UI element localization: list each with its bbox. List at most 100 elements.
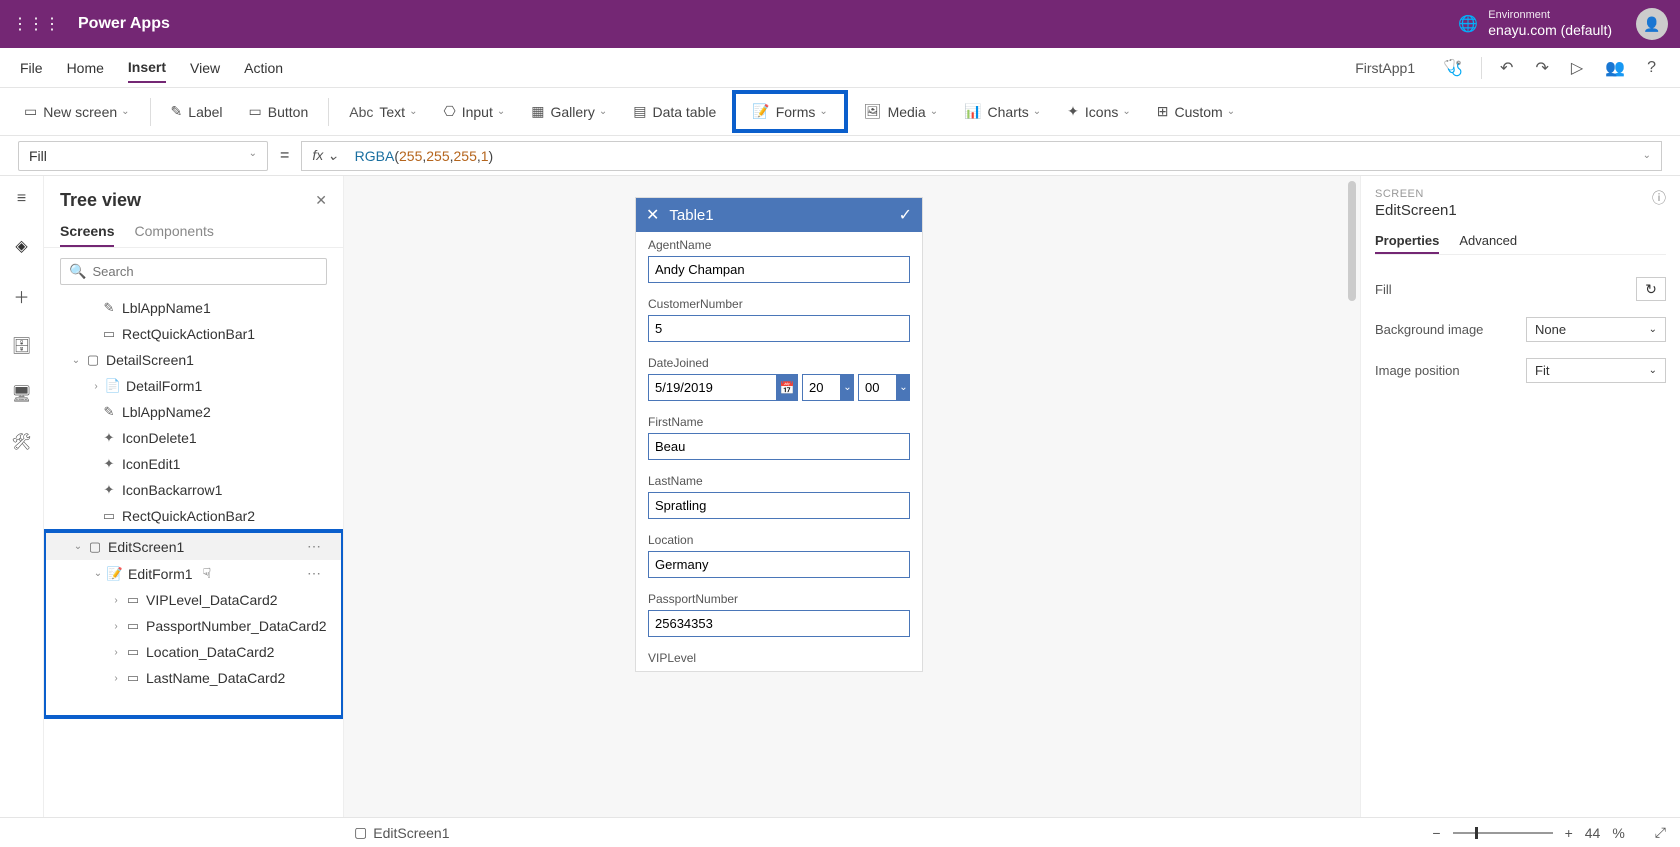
table-icon: ▤: [633, 103, 646, 120]
input-button[interactable]: ⎔ Input ⌄: [433, 97, 515, 126]
new-screen-button[interactable]: ▭ New screen ⌄: [14, 97, 140, 126]
more-icon[interactable]: ⋯: [307, 565, 331, 582]
close-icon[interactable]: ✕: [315, 192, 327, 209]
tree-node-icondelete1[interactable]: ✦IconDelete1: [44, 425, 343, 451]
avatar[interactable]: 👤: [1636, 8, 1668, 40]
environment-picker[interactable]: 🌐 Environment enayu.com (default): [1458, 9, 1612, 39]
lastname-input[interactable]: [648, 492, 910, 519]
advanced-tools-icon[interactable]: 🛠: [11, 432, 31, 452]
fill-swatch[interactable]: ↻: [1636, 277, 1666, 301]
img-pos-select[interactable]: Fit ⌄: [1526, 358, 1666, 383]
chevron-down-icon[interactable]: ⌄: [70, 541, 86, 552]
menu-insert[interactable]: Insert: [128, 53, 166, 83]
menu-view[interactable]: View: [190, 54, 220, 82]
help-icon[interactable]: ?: [1643, 55, 1660, 81]
tree-node-rectqab2[interactable]: ▭RectQuickActionBar2: [44, 503, 343, 529]
tab-properties[interactable]: Properties: [1375, 229, 1439, 254]
label-button[interactable]: ✎ Label: [161, 97, 233, 126]
share-icon[interactable]: 👥: [1601, 54, 1629, 82]
chevron-down-icon[interactable]: ⌄: [841, 374, 854, 401]
chevron-right-icon[interactable]: ›: [108, 647, 124, 658]
edit-form[interactable]: ✕ Table1 ✓ AgentName CustomerNumber Date…: [636, 198, 922, 671]
tree-node-passport-dc2[interactable]: ›▭PassportNumber_DataCard2: [46, 613, 341, 639]
button-button[interactable]: ▭ Button: [239, 97, 319, 126]
menu-file[interactable]: File: [20, 54, 43, 82]
property-select[interactable]: Fill ⌄: [18, 141, 268, 171]
location-input[interactable]: [648, 551, 910, 578]
tree-node-viplevel-dc2[interactable]: ›▭VIPLevel_DataCard2: [46, 587, 341, 613]
menu-action[interactable]: Action: [244, 54, 283, 82]
data-table-button[interactable]: ▤ Data table: [623, 97, 726, 126]
fx-icon: fx ⌄: [312, 147, 346, 164]
media-rail-icon[interactable]: 🖥: [11, 384, 31, 404]
chevron-down-icon: ⌄: [497, 106, 505, 117]
tree-search[interactable]: 🔍: [60, 258, 327, 285]
hour-input[interactable]: [802, 374, 841, 401]
chevron-down-icon[interactable]: ⌄: [897, 374, 910, 401]
chevron-right-icon[interactable]: ›: [108, 595, 124, 606]
tree-node-location-dc2[interactable]: ›▭Location_DataCard2: [46, 639, 341, 665]
formula-input[interactable]: fx ⌄ RGBA(255, 255, 255, 1) ⌄: [301, 141, 1662, 171]
gallery-button[interactable]: ▦ Gallery ⌄: [521, 97, 617, 126]
chevron-right-icon[interactable]: ›: [108, 673, 124, 684]
firstname-input[interactable]: [648, 433, 910, 460]
tree-view-icon[interactable]: ◈: [15, 236, 27, 256]
tree-node-editform1[interactable]: ⌄📝EditForm1☟⋯: [46, 560, 341, 587]
charts-button[interactable]: 📊 Charts ⌄: [954, 97, 1051, 126]
chevron-right-icon[interactable]: ›: [88, 381, 104, 392]
tree-node-lblappname1[interactable]: ✎LblAppName1: [44, 295, 343, 321]
tree-node-lblappname2[interactable]: ✎LblAppName2: [44, 399, 343, 425]
data-icon[interactable]: 🗄: [11, 336, 31, 356]
media-button[interactable]: 🖼 Media ⌄: [854, 97, 948, 126]
insert-icon[interactable]: ＋: [13, 284, 29, 308]
play-icon[interactable]: ▷: [1567, 54, 1587, 82]
tree-node-iconedit1[interactable]: ✦IconEdit1: [44, 451, 343, 477]
screen-icon: ▢: [354, 824, 367, 841]
agentname-input[interactable]: [648, 256, 910, 283]
zoom-in-icon[interactable]: +: [1565, 825, 1573, 841]
tab-advanced[interactable]: Advanced: [1459, 229, 1517, 254]
customernumber-input[interactable]: [648, 315, 910, 342]
help-icon[interactable]: ⓘ: [1652, 188, 1666, 208]
divider: [328, 98, 329, 126]
chevron-down-icon[interactable]: ⌄: [90, 568, 106, 579]
calendar-icon[interactable]: 📅: [776, 374, 798, 401]
icons-button[interactable]: ✦ Icons ⌄: [1057, 97, 1141, 126]
app-name[interactable]: FirstApp1: [1355, 60, 1415, 76]
check-icon[interactable]: ✓: [899, 205, 912, 225]
undo-icon[interactable]: ↶: [1496, 54, 1517, 82]
custom-button[interactable]: ⊞ Custom ⌄: [1147, 97, 1245, 126]
tree-node-detailform1[interactable]: ›📄DetailForm1: [44, 373, 343, 399]
canvas[interactable]: ✕ Table1 ✓ AgentName CustomerNumber Date…: [344, 176, 1360, 817]
waffle-icon[interactable]: ⋮⋮⋮: [12, 14, 60, 34]
chevron-down-icon[interactable]: ⌄: [68, 355, 84, 366]
canvas-scrollbar[interactable]: [1346, 176, 1358, 817]
close-icon[interactable]: ✕: [646, 205, 659, 225]
redo-icon[interactable]: ↷: [1531, 54, 1552, 82]
menu-home[interactable]: Home: [67, 54, 104, 82]
zoom-out-icon[interactable]: −: [1432, 825, 1440, 841]
fullscreen-icon[interactable]: ⤢: [1655, 824, 1666, 841]
cursor-icon: ☟: [203, 565, 212, 582]
tree-node-iconbackarrow1[interactable]: ✦IconBackarrow1: [44, 477, 343, 503]
minute-input[interactable]: [858, 374, 897, 401]
tree-node-detailscreen1[interactable]: ⌄▢DetailScreen1: [44, 347, 343, 373]
button-icon: ▭: [249, 103, 262, 120]
expand-formula-icon[interactable]: ⌄: [1643, 150, 1651, 161]
search-input[interactable]: [92, 264, 318, 279]
custom-icon: ⊞: [1157, 103, 1169, 120]
app-checker-icon[interactable]: 🩺: [1439, 54, 1467, 82]
zoom-slider[interactable]: [1453, 832, 1553, 834]
forms-button[interactable]: 📝 Forms ⌄: [742, 97, 838, 126]
tab-screens[interactable]: Screens: [60, 217, 114, 247]
more-icon[interactable]: ⋯: [307, 538, 331, 555]
bg-image-select[interactable]: None ⌄: [1526, 317, 1666, 342]
tree-node-editscreen1[interactable]: ⌄▢EditScreen1⋯: [46, 533, 341, 560]
tab-components[interactable]: Components: [134, 217, 213, 247]
passportnumber-input[interactable]: [648, 610, 910, 637]
chevron-right-icon[interactable]: ›: [108, 621, 124, 632]
tree-node-lastname-dc2[interactable]: ›▭LastName_DataCard2: [46, 665, 341, 691]
hamburger-icon[interactable]: ≡: [17, 190, 26, 208]
text-button[interactable]: Abc Text ⌄: [339, 98, 427, 126]
tree-node-rectqab1[interactable]: ▭RectQuickActionBar1: [44, 321, 343, 347]
